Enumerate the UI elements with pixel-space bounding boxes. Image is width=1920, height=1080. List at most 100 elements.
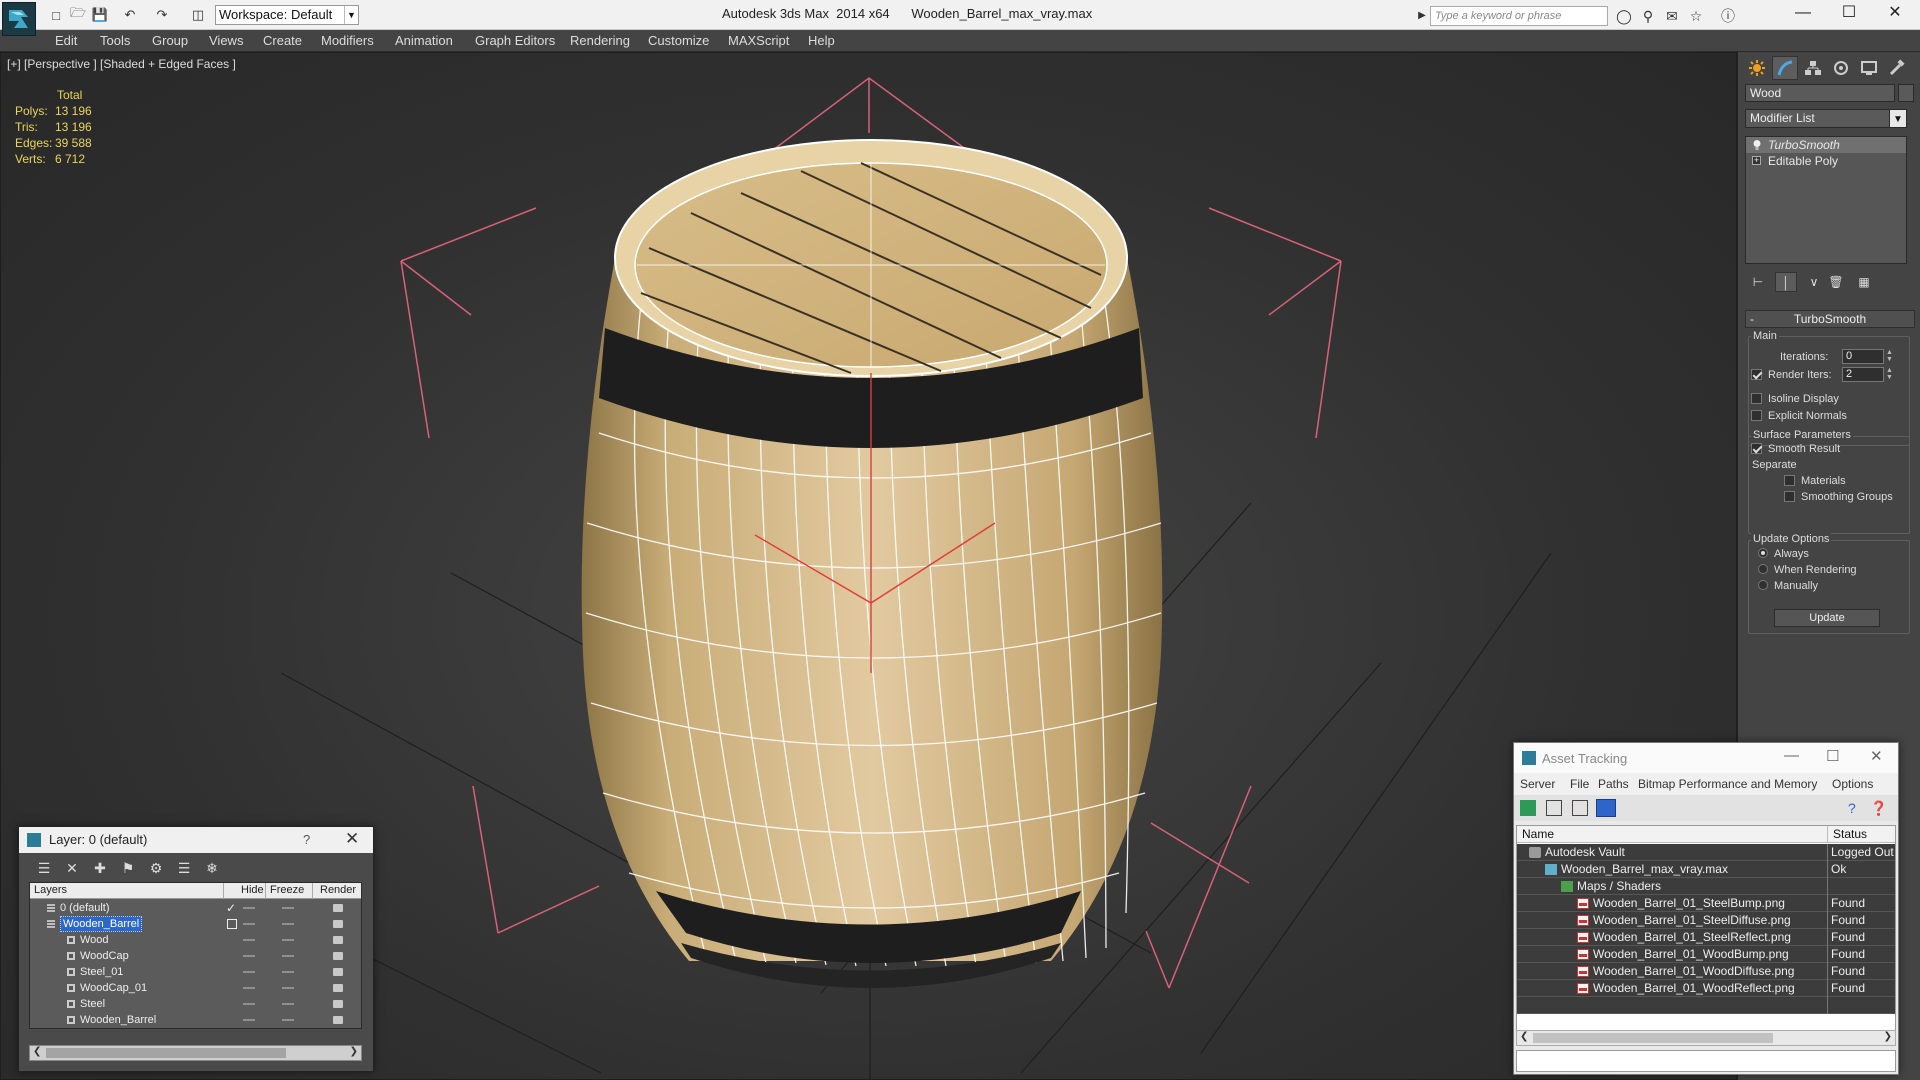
minimize-button[interactable]: — <box>1780 0 1826 28</box>
asset-panel-titlebar[interactable]: Asset Tracking — ☐ ✕ <box>1514 743 1898 773</box>
menu-maxscript[interactable]: MAXScript <box>728 33 789 48</box>
app-logo-icon[interactable] <box>2 2 36 36</box>
smooth-result-checkbox[interactable] <box>1751 443 1762 454</box>
menu-tools[interactable]: Tools <box>100 33 130 48</box>
materials-row[interactable]: Materials <box>1784 475 1846 487</box>
asset-row[interactable]: Wooden_Barrel_01_WoodReflect.png Found <box>1517 980 1895 997</box>
menu-customize[interactable]: Customize <box>648 33 709 48</box>
open-folder-icon[interactable]: 🗁 <box>68 5 88 25</box>
hide-toggle[interactable] <box>243 1019 255 1021</box>
asset-row[interactable]: Wooden_Barrel_01_SteelBump.png Found <box>1517 895 1895 912</box>
menu-create[interactable]: Create <box>263 33 302 48</box>
help-icon[interactable]: ⓘ <box>1718 6 1738 26</box>
utilities-tab-hammer-icon[interactable] <box>1884 56 1910 80</box>
wooden-barrel-model[interactable] <box>581 139 1163 988</box>
maximize-icon[interactable]: ☐ <box>1826 747 1839 765</box>
refresh-icon[interactable] <box>1520 800 1536 816</box>
iterations-spinner[interactable]: 0 <box>1842 349 1884 364</box>
horizontal-scrollbar[interactable]: ❮ ❯ <box>1516 1030 1896 1046</box>
scroll-right-icon[interactable]: ❯ <box>350 1046 358 1057</box>
freeze-toggle[interactable] <box>282 923 294 925</box>
communication-icon[interactable]: ✉ <box>1662 6 1682 26</box>
hide-toggle[interactable] <box>243 939 255 941</box>
set-current-icon[interactable] <box>227 919 237 929</box>
menu-help[interactable]: Help <box>808 33 835 48</box>
subscription-icon[interactable]: ⚲ <box>1638 6 1658 26</box>
help-question-icon[interactable]: ? <box>303 832 310 847</box>
layer-row[interactable]: Wood <box>30 932 361 948</box>
hierarchy-tab-icon[interactable] <box>1800 56 1826 80</box>
viewport-label[interactable]: [+] [Perspective ] [Shaded + Edged Faces… <box>7 57 236 71</box>
hide-toggle[interactable] <box>243 955 255 957</box>
layer-row[interactable]: Steel_01 <box>30 964 361 980</box>
motion-tab-icon[interactable] <box>1828 56 1854 80</box>
modifier-list-dropdown[interactable]: Modifier List ▼ <box>1745 109 1907 128</box>
close-icon[interactable]: ✕ <box>345 829 359 849</box>
select-objects-icon[interactable]: ⚑ <box>119 859 137 877</box>
turbosmooth-rollout-header[interactable]: - TurboSmooth <box>1745 310 1915 328</box>
show-end-result-icon[interactable]: │ <box>1775 272 1797 292</box>
explicit-normals-row[interactable]: Explicit Normals <box>1751 410 1847 422</box>
asset-row[interactable]: Maps / Shaders <box>1517 878 1895 895</box>
col-freeze[interactable]: Freeze <box>270 884 304 896</box>
binoculars-icon[interactable]: ◯ <box>1614 6 1634 26</box>
spinner-arrows-icon[interactable]: ▲ ▼ <box>1885 367 1894 382</box>
create-tab-sun-icon[interactable] <box>1744 56 1770 80</box>
col-render[interactable]: Render <box>320 884 356 896</box>
always-radio[interactable] <box>1758 548 1768 558</box>
freeze-toggle[interactable] <box>282 907 294 909</box>
render-teapot-icon[interactable] <box>333 1016 343 1024</box>
manually-radio[interactable] <box>1758 580 1768 590</box>
smooth-result-row[interactable]: Smooth Result <box>1751 443 1840 455</box>
render-teapot-icon[interactable] <box>333 968 343 976</box>
layer-row[interactable]: Steel <box>30 996 361 1012</box>
layer-row[interactable]: Wooden_Barrel <box>30 916 361 932</box>
render-teapot-icon[interactable] <box>333 920 343 928</box>
display-tab-icon[interactable] <box>1856 56 1882 80</box>
menu-animation[interactable]: Animation <box>395 33 453 48</box>
render-teapot-icon[interactable] <box>333 952 343 960</box>
menu-edit[interactable]: Edit <box>55 33 77 48</box>
asset-row[interactable]: Wooden_Barrel_01_SteelReflect.png Found <box>1517 929 1895 946</box>
asset-row[interactable]: Wooden_Barrel_01_WoodBump.png Found <box>1517 946 1895 963</box>
asset-menu-options[interactable]: Options <box>1832 777 1873 791</box>
redo-icon[interactable]: ↷ <box>152 5 172 25</box>
layer-row[interactable]: WoodCap_01 <box>30 980 361 996</box>
menu-modifiers[interactable]: Modifiers <box>321 33 374 48</box>
maximize-button[interactable]: ☐ <box>1826 0 1872 28</box>
menu-graph-editors[interactable]: Graph Editors <box>475 33 555 48</box>
stack-item-turbosmooth[interactable]: TurboSmooth <box>1746 137 1906 153</box>
pin-stack-icon[interactable]: ⊢ <box>1747 272 1769 292</box>
make-unique-icon[interactable]: ∨ <box>1803 272 1825 292</box>
list-view-icon[interactable] <box>1546 800 1562 816</box>
freeze-toggle[interactable] <box>282 939 294 941</box>
freeze-all-icon[interactable]: ❄ <box>203 859 221 877</box>
asset-row[interactable]: Wooden_Barrel_01_SteelDiffuse.png Found <box>1517 912 1895 929</box>
render-iters-row[interactable]: Render Iters: <box>1751 369 1832 381</box>
hide-toggle[interactable] <box>243 971 255 973</box>
scrollbar-thumb[interactable] <box>46 1048 286 1058</box>
asset-row[interactable]: Autodesk Vault Logged Out <box>1517 844 1895 861</box>
search-expand-icon[interactable]: ▶ <box>1412 6 1432 26</box>
menu-group[interactable]: Group <box>152 33 188 48</box>
render-iters-checkbox[interactable] <box>1751 369 1762 380</box>
render-teapot-icon[interactable] <box>333 1000 343 1008</box>
materials-checkbox[interactable] <box>1784 475 1795 486</box>
favorites-star-icon[interactable]: ☆ <box>1686 6 1706 26</box>
layer-row[interactable]: Wooden_Barrel <box>30 1012 361 1028</box>
lightbulb-icon[interactable] <box>1752 139 1762 151</box>
minimize-icon[interactable]: — <box>1784 747 1799 764</box>
expand-plus-icon[interactable]: + <box>1752 156 1761 165</box>
when-rendering-row[interactable]: When Rendering <box>1758 564 1857 576</box>
col-name[interactable]: Name <box>1522 827 1554 841</box>
asset-menu-bitmap-performance[interactable]: Bitmap Performance and Memory <box>1638 777 1817 791</box>
asset-status-bar[interactable] <box>1516 1050 1896 1072</box>
col-status[interactable]: Status <box>1833 827 1867 841</box>
current-layer-check-icon[interactable]: ✓ <box>226 900 236 916</box>
freeze-toggle[interactable] <box>282 971 294 973</box>
delete-layer-icon[interactable]: ✕ <box>63 859 81 877</box>
smoothing-groups-checkbox[interactable] <box>1784 491 1795 502</box>
object-color-swatch[interactable] <box>1898 84 1914 102</box>
project-folder-icon[interactable]: ◫ <box>188 5 208 25</box>
isoline-row[interactable]: Isoline Display <box>1751 393 1839 405</box>
